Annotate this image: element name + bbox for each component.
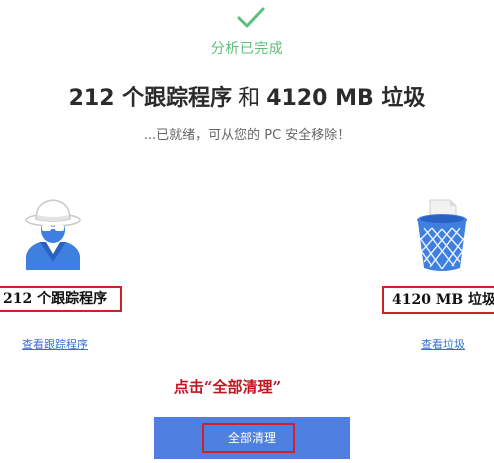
results-subline: ...已就绪，可从您的 PC 安全移除！ xyxy=(143,128,351,143)
scan-results-page: 分析已完成 212 个跟踪程序和 4120 MB 垃圾 ...已就绪，可从您的 P… xyxy=(0,0,494,463)
spy-agent-icon xyxy=(25,199,81,270)
trackers-summary-highlight: 212 个跟踪程序 xyxy=(0,286,122,312)
clean-all-button[interactable]: 全部清理 xyxy=(154,417,350,459)
headline-trackers: 212 个跟踪程序 xyxy=(68,86,233,111)
analysis-complete-label: 分析已完成 xyxy=(210,41,284,57)
junk-summary-highlight: 4120 MB 垃圾 xyxy=(382,286,494,314)
clean-all-button-label: 全部清理 xyxy=(227,431,276,445)
instruction-annotation: 点击“全部清理” xyxy=(173,378,282,396)
view-junk-link[interactable]: 查看垃圾 xyxy=(421,336,465,352)
trash-bin-icon xyxy=(417,199,467,271)
headline-conjunction: 和 xyxy=(238,86,261,111)
check-icon xyxy=(237,7,265,28)
results-headline: 212 个跟踪程序和 4120 MB 垃圾 xyxy=(0,80,494,112)
view-trackers-link[interactable]: 查看跟踪程序 xyxy=(22,336,88,352)
headline-junk: 4120 MB 垃圾 xyxy=(266,86,426,111)
